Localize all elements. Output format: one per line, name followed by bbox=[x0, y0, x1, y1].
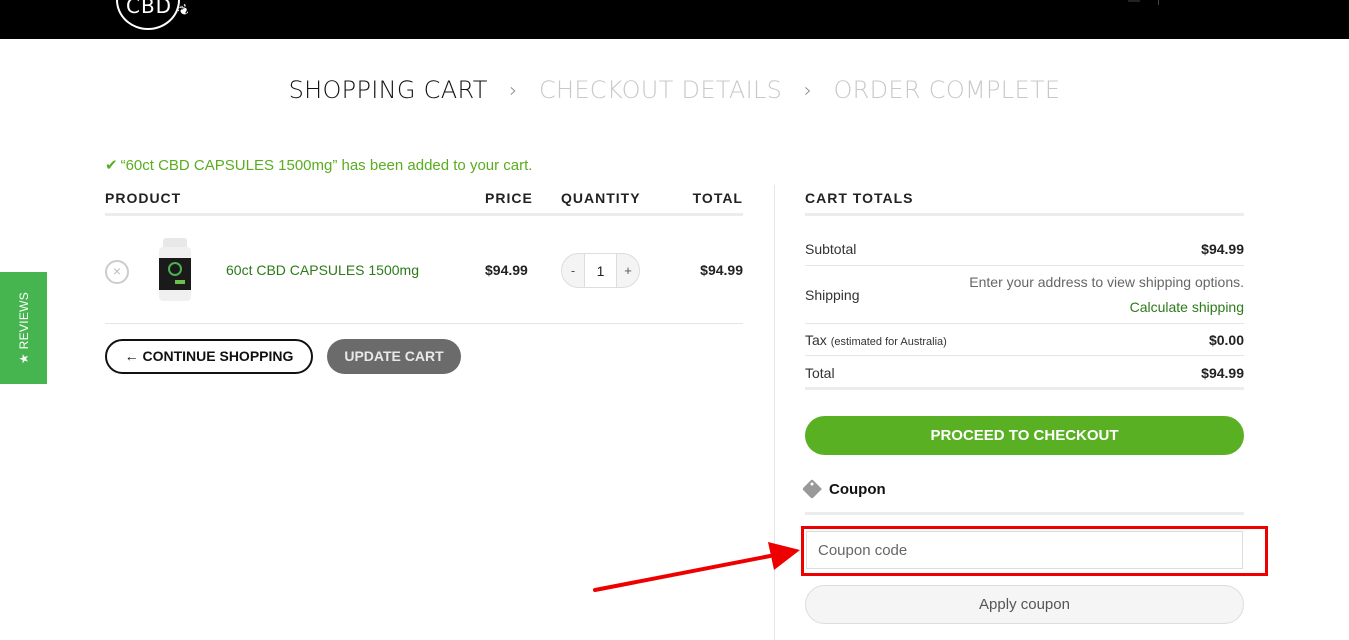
column-header-quantity: QUANTITY bbox=[561, 190, 641, 206]
arrow-shaft bbox=[593, 554, 772, 592]
remove-item-button[interactable]: × bbox=[105, 260, 129, 284]
header-icon[interactable] bbox=[1128, 0, 1140, 2]
tax-note: (estimated for Australia) bbox=[830, 336, 947, 348]
cart-totals-title: CART TOTALS bbox=[805, 190, 914, 206]
column-divider bbox=[774, 185, 775, 640]
arrow-head bbox=[768, 542, 800, 570]
update-cart-button[interactable]: UPDATE CART bbox=[327, 339, 461, 374]
leaf-icon: ❦ bbox=[174, 0, 193, 20]
tag-icon bbox=[802, 479, 822, 499]
coupon-heading-text: Coupon bbox=[829, 481, 886, 498]
totals-bottom-divider bbox=[805, 387, 1244, 390]
reviews-tab-label: ★ REVIEWS bbox=[17, 291, 31, 365]
quantity-decrease-button[interactable]: - bbox=[562, 254, 584, 287]
close-icon: × bbox=[112, 263, 122, 279]
totals-header-divider bbox=[805, 213, 1244, 216]
apply-coupon-button[interactable]: Apply coupon bbox=[805, 585, 1244, 624]
line-total: $94.99 bbox=[700, 262, 743, 278]
coupon-code-input[interactable] bbox=[806, 531, 1243, 569]
chevron-right-icon: › bbox=[803, 78, 812, 102]
shipping-note: Enter your address to view shipping opti… bbox=[969, 274, 1244, 290]
added-to-cart-notice: ✔ “60ct CBD CAPSULES 1500mg” has been add… bbox=[105, 156, 532, 174]
continue-shopping-button[interactable]: ← CONTINUE SHOPPING bbox=[105, 339, 313, 374]
proceed-to-checkout-button[interactable]: PROCEED TO CHECKOUT bbox=[805, 416, 1244, 455]
tax-label-text: Tax bbox=[805, 332, 827, 348]
coupon-divider bbox=[805, 512, 1244, 515]
reviews-side-tab[interactable]: ★ REVIEWS bbox=[0, 272, 47, 384]
quantity-input[interactable] bbox=[584, 254, 617, 287]
row-divider bbox=[805, 265, 1244, 266]
coupon-heading: Coupon bbox=[802, 479, 886, 499]
product-name-link[interactable]: 60ct CBD CAPSULES 1500mg bbox=[226, 262, 419, 278]
logo-text: CBD bbox=[126, 0, 173, 18]
header-divider bbox=[1158, 0, 1159, 5]
total-value: $94.99 bbox=[1201, 365, 1244, 381]
column-header-price: PRICE bbox=[485, 190, 533, 206]
checkout-steps: SHOPPING CART › CHECKOUT DETAILS › ORDER… bbox=[0, 75, 1349, 104]
tax-label: Tax (estimated for Australia) bbox=[805, 332, 947, 348]
product-price: $94.99 bbox=[485, 262, 528, 278]
quantity-stepper: - + bbox=[561, 253, 640, 288]
product-thumbnail[interactable] bbox=[155, 238, 195, 304]
total-label: Total bbox=[805, 365, 835, 381]
subtotal-value: $94.99 bbox=[1201, 241, 1244, 257]
step-order-complete: ORDER COMPLETE bbox=[833, 76, 1061, 104]
row-divider bbox=[105, 323, 743, 324]
row-divider bbox=[805, 323, 1244, 324]
calculate-shipping-link[interactable]: Calculate shipping bbox=[1130, 299, 1244, 315]
shipping-label: Shipping bbox=[805, 287, 860, 303]
tax-value: $0.00 bbox=[1208, 332, 1244, 348]
step-shopping-cart[interactable]: SHOPPING CART bbox=[289, 76, 488, 104]
quantity-increase-button[interactable]: + bbox=[617, 254, 639, 287]
notice-text: “60ct CBD CAPSULES 1500mg” has been adde… bbox=[120, 157, 533, 174]
column-header-product: PRODUCT bbox=[105, 190, 182, 206]
site-header: CBD ❦ bbox=[0, 0, 1349, 39]
check-icon: ✔ bbox=[105, 157, 118, 174]
annotation-arrow-icon bbox=[593, 542, 800, 592]
column-header-total: TOTAL bbox=[692, 190, 743, 206]
chevron-right-icon: › bbox=[509, 78, 518, 102]
row-divider bbox=[805, 355, 1244, 356]
header-divider bbox=[105, 213, 743, 216]
site-logo[interactable]: CBD bbox=[116, 0, 180, 30]
subtotal-label: Subtotal bbox=[805, 241, 857, 257]
step-checkout-details[interactable]: CHECKOUT DETAILS bbox=[539, 76, 782, 104]
